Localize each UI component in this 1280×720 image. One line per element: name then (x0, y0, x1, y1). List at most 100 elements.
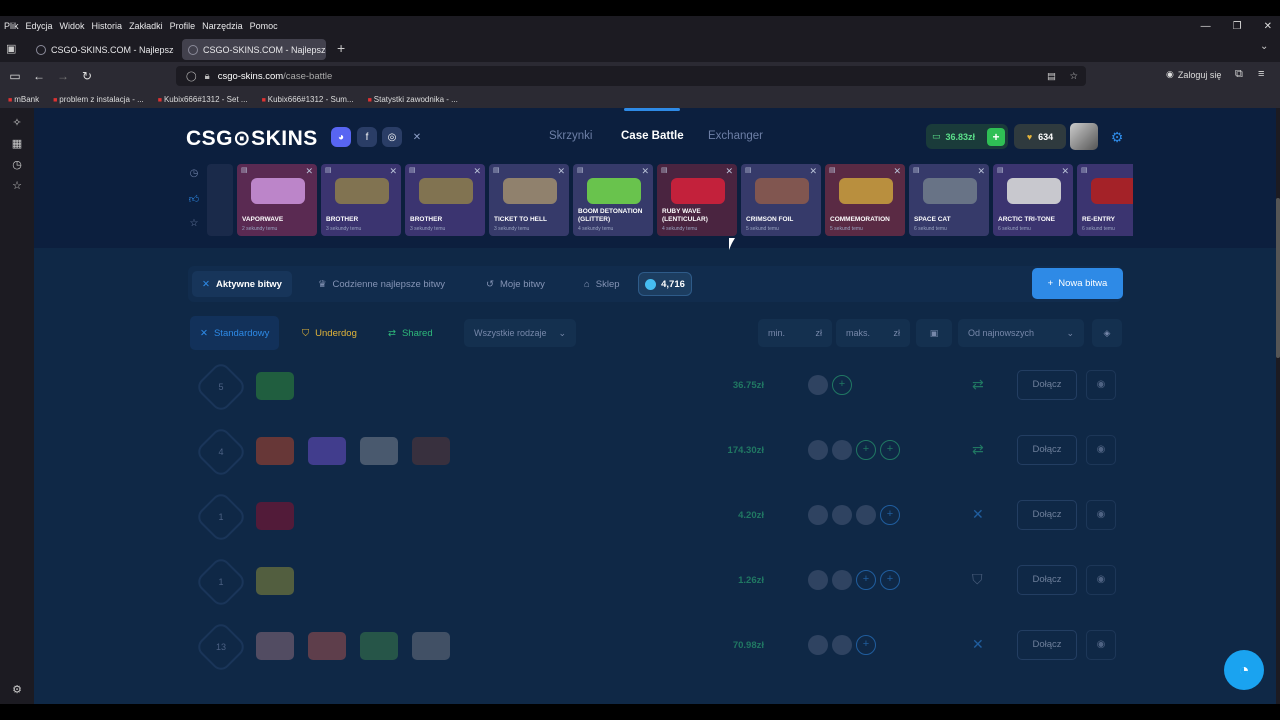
drop-card[interactable]: ▤✕RE-ENTRY6 sekund temu (1077, 164, 1133, 236)
join-slot-plus-icon[interactable]: + (880, 570, 900, 590)
battle-row[interactable]: 13 70.98zł + ✕ Dołącz ◉ (188, 618, 1122, 677)
star-icon[interactable]: ☆ (186, 218, 202, 243)
instagram-icon[interactable]: ◎ (382, 127, 402, 147)
sidebar-settings-icon[interactable]: ⚙ (0, 683, 34, 696)
avatar[interactable] (1070, 123, 1098, 150)
bookmark-star-icon[interactable]: ☆ (1069, 71, 1078, 82)
nav-cases[interactable]: Skrzynki (549, 130, 592, 142)
new-battle-button[interactable]: + Nowa bitwa (1032, 268, 1123, 299)
battle-row[interactable]: 1 1.26zł + + ⛉ Dołącz ◉ (188, 553, 1122, 612)
tab-daily-best[interactable]: ♛ Codzienne najlepsze bitwy (308, 271, 455, 297)
wallet-balance[interactable]: ▭ 36.83zł + (926, 124, 1008, 149)
browser-tab-2[interactable]: CSGO-SKINS.COM - Najlepsze ... ✕ (182, 39, 326, 60)
join-button[interactable]: Dołącz (1017, 370, 1077, 400)
facebook-icon[interactable]: f (357, 127, 377, 147)
back-icon[interactable]: ← (28, 69, 50, 83)
tab-active-battles[interactable]: ✕ Aktywne bitwy (192, 271, 292, 297)
eye-icon[interactable]: ◉ (1086, 370, 1116, 400)
join-slot-plus-icon[interactable]: + (880, 440, 900, 460)
coins-balance[interactable]: ♥ 634 (1014, 124, 1066, 149)
tab-shop[interactable]: ⌂ Sklep (574, 271, 630, 297)
drop-card[interactable]: ▤ ✕ CRIMSON FOIL 5 sekund temu (741, 164, 821, 236)
maximize-icon[interactable]: ❐ (1233, 21, 1242, 32)
join-button[interactable]: Dołącz (1017, 565, 1077, 595)
calendar-icon[interactable]: ▣ (916, 319, 952, 347)
menu-bookmarks[interactable]: Zakładki (129, 21, 163, 31)
mode-underdog[interactable]: ⛉ Underdog (292, 316, 367, 350)
chat-bubble-icon[interactable]: ◔ (1224, 650, 1264, 690)
bookmark-item[interactable]: Statystki zawodnika - ... (368, 95, 458, 104)
history-icon[interactable]: ◷ (0, 158, 34, 171)
login-button[interactable]: ◉ Zaloguj się (1166, 69, 1221, 80)
sort-select[interactable]: Od najnowszych ⌄ (958, 319, 1084, 347)
drop-card[interactable]: ▤ ✕ TICKET TO HELL 3 sekundy temu (489, 164, 569, 236)
menu-help[interactable]: Pomoc (250, 21, 278, 31)
type-select[interactable]: Wszystkie rodzaje ⌄ (464, 319, 576, 347)
join-button[interactable]: Dołącz (1017, 500, 1077, 530)
address-bar[interactable]: ◯ 🔒︎ csgo-skins.com/case-battle ▤ ☆ (176, 66, 1086, 86)
battle-row[interactable]: 1 4.20zł + ✕ Dołącz ◉ (188, 488, 1122, 547)
max-price-input[interactable]: maks. zł (836, 319, 910, 347)
drop-card[interactable]: ▤ ✕ SPACE CAT 6 sekund temu (909, 164, 989, 236)
join-slot-plus-icon[interactable]: + (856, 570, 876, 590)
tab-list-icon[interactable]: ▣ (6, 42, 16, 55)
browser-tab-1[interactable]: CSGO-SKINS.COM - Najlepsze ... ✕ (30, 39, 174, 60)
discord-icon[interactable]: ◕ (331, 127, 351, 147)
min-price-input[interactable]: min. zł (758, 319, 832, 347)
forward-icon[interactable]: → (52, 69, 74, 83)
bookmark-item[interactable]: Kubix666#1312 - Set ... (158, 95, 248, 104)
join-slot-plus-icon[interactable]: + (832, 375, 852, 395)
menu-file[interactable]: Plik (4, 21, 19, 31)
battle-row[interactable]: 4 174.30zł + + ⇄ Dołącz ◉ (188, 423, 1122, 482)
drop-card[interactable]: ▤ ✕ BROTHER 3 sekundy temu (321, 164, 401, 236)
join-button[interactable]: Dołącz (1017, 630, 1077, 660)
eye-icon[interactable]: ◉ (1086, 565, 1116, 595)
chevron-down-icon[interactable]: ⌄ (1260, 41, 1268, 52)
reload-icon[interactable]: ↻ (76, 69, 98, 83)
synced-tabs-icon[interactable]: ▦ (0, 137, 34, 150)
drop-card[interactable]: ▤ ✕ BROTHER 3 sekundy temu (405, 164, 485, 236)
scrollbar-thumb[interactable] (1276, 198, 1280, 358)
menu-profiles[interactable]: Profile (170, 21, 196, 31)
deposit-plus-icon[interactable]: + (987, 127, 1005, 146)
bookmark-item[interactable]: mBank (8, 95, 39, 104)
clock-icon[interactable]: ◷ (186, 168, 202, 193)
join-button[interactable]: Dołącz (1017, 435, 1077, 465)
x-twitter-icon[interactable]: ✕ (407, 127, 427, 147)
bookmark-item[interactable]: Kubix666#1312 - Sum... (262, 95, 354, 104)
hamburger-menu-icon[interactable]: ≡ (1258, 68, 1264, 80)
drop-card[interactable]: ▤ ✕ COMMEMORATION 5 sekund temu (825, 164, 905, 236)
bookmarks-star-icon[interactable]: ☆ (0, 179, 34, 192)
menu-tools[interactable]: Narzędzia (202, 21, 243, 31)
join-slot-plus-icon[interactable]: + (856, 440, 876, 460)
eye-icon[interactable]: ◉ (1086, 630, 1116, 660)
ai-sparkle-icon[interactable]: ✧ (0, 116, 34, 129)
mode-shared[interactable]: ⇄ Shared (378, 316, 443, 350)
nav-case-battle[interactable]: Case Battle (621, 130, 684, 142)
sidebar-toggle-icon[interactable]: ▭ (4, 69, 26, 83)
menu-edit[interactable]: Edycja (26, 21, 53, 31)
tab-my-battles[interactable]: ↺ Moje bitwy (476, 271, 555, 297)
drop-card[interactable]: ▤ ✕ VAPORWAVE 2 sekundy temu (237, 164, 317, 236)
menu-view[interactable]: Widok (60, 21, 85, 31)
mode-standard[interactable]: ✕ Standardowy (190, 316, 280, 350)
new-tab-icon[interactable]: + (337, 40, 345, 56)
gear-icon[interactable]: ⚙ (1108, 128, 1126, 146)
battle-row[interactable]: 5 36.75zł + ⇄ Dołącz ◉ (188, 358, 1122, 417)
page-scrollbar[interactable] (1276, 108, 1280, 704)
join-slot-plus-icon[interactable]: + (880, 505, 900, 525)
eye-icon[interactable]: ◉ (1086, 435, 1116, 465)
extensions-icon[interactable]: ⧉ (1235, 68, 1243, 81)
join-slot-plus-icon[interactable]: + (856, 635, 876, 655)
nav-exchanger[interactable]: Exchanger (708, 130, 763, 142)
thumbs-up-icon[interactable]: 👍︎ (186, 193, 202, 218)
minimize-icon[interactable]: — (1201, 21, 1211, 32)
drop-card[interactable]: ▤ ✕ RUBY WAVE (LENTICULAR) 4 sekundy temu (657, 164, 737, 236)
reader-view-icon[interactable]: ▤ (1047, 71, 1056, 82)
eye-icon[interactable]: ◉ (1086, 500, 1116, 530)
clear-filters-icon[interactable]: ◈ (1092, 319, 1122, 347)
menu-history[interactable]: Historia (92, 21, 123, 31)
drop-card[interactable]: ▤ ✕ ARCTIC TRI-TONE 6 sekund temu (993, 164, 1073, 236)
gems-balance[interactable]: 4,716 (638, 272, 692, 296)
drop-card[interactable]: ▤ ✕ BOOM DETONATION (GLITTER) 4 sekundy tem… (573, 164, 653, 236)
